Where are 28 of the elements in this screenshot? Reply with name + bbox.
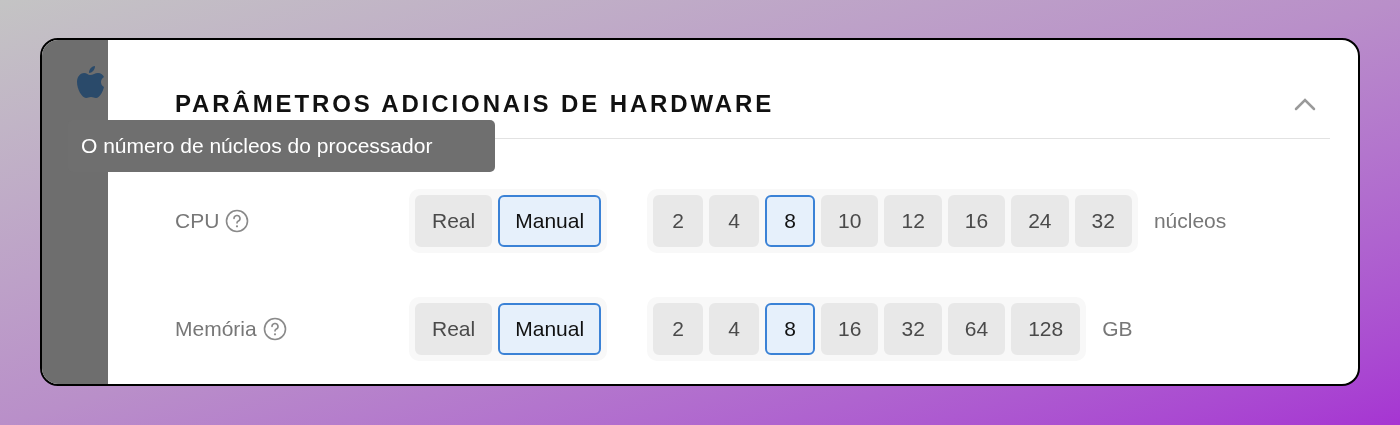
option-button[interactable]: 64 bbox=[947, 303, 1006, 355]
apple-icon bbox=[75, 64, 105, 100]
collapse-chevron-icon[interactable] bbox=[1294, 97, 1316, 111]
section-title: PARÂMETROS ADICIONAIS DE HARDWARE bbox=[175, 89, 775, 119]
option-button[interactable]: 8 bbox=[765, 195, 816, 247]
option-button[interactable]: 12 bbox=[884, 195, 942, 247]
option-button[interactable]: 16 bbox=[821, 303, 879, 355]
option-button[interactable]: 128 bbox=[1011, 303, 1081, 355]
option-button[interactable]: 8 bbox=[765, 303, 816, 355]
option-button[interactable]: 32 bbox=[1074, 195, 1132, 247]
option-button[interactable]: 4 bbox=[709, 303, 760, 355]
option-button[interactable]: 16 bbox=[947, 195, 1006, 247]
field-label: CPU bbox=[175, 208, 220, 235]
option-button[interactable]: 10 bbox=[821, 195, 879, 247]
option-button[interactable]: 4 bbox=[709, 195, 760, 247]
option-button[interactable]: 2 bbox=[653, 195, 704, 247]
mode-button[interactable]: Manual bbox=[498, 303, 602, 355]
mode-button[interactable]: Real bbox=[415, 303, 493, 355]
help-icon[interactable] bbox=[225, 209, 250, 233]
mode-button[interactable]: Manual bbox=[498, 195, 602, 247]
option-button[interactable]: 24 bbox=[1011, 195, 1069, 247]
field-label: Memória bbox=[175, 316, 257, 343]
help-icon[interactable] bbox=[262, 317, 287, 341]
option-button[interactable]: 32 bbox=[884, 303, 942, 355]
unit-label: GB bbox=[1102, 316, 1133, 343]
mode-button[interactable]: Real bbox=[415, 195, 493, 247]
option-button[interactable]: 2 bbox=[653, 303, 704, 355]
unit-label: núcleos bbox=[1153, 208, 1227, 235]
